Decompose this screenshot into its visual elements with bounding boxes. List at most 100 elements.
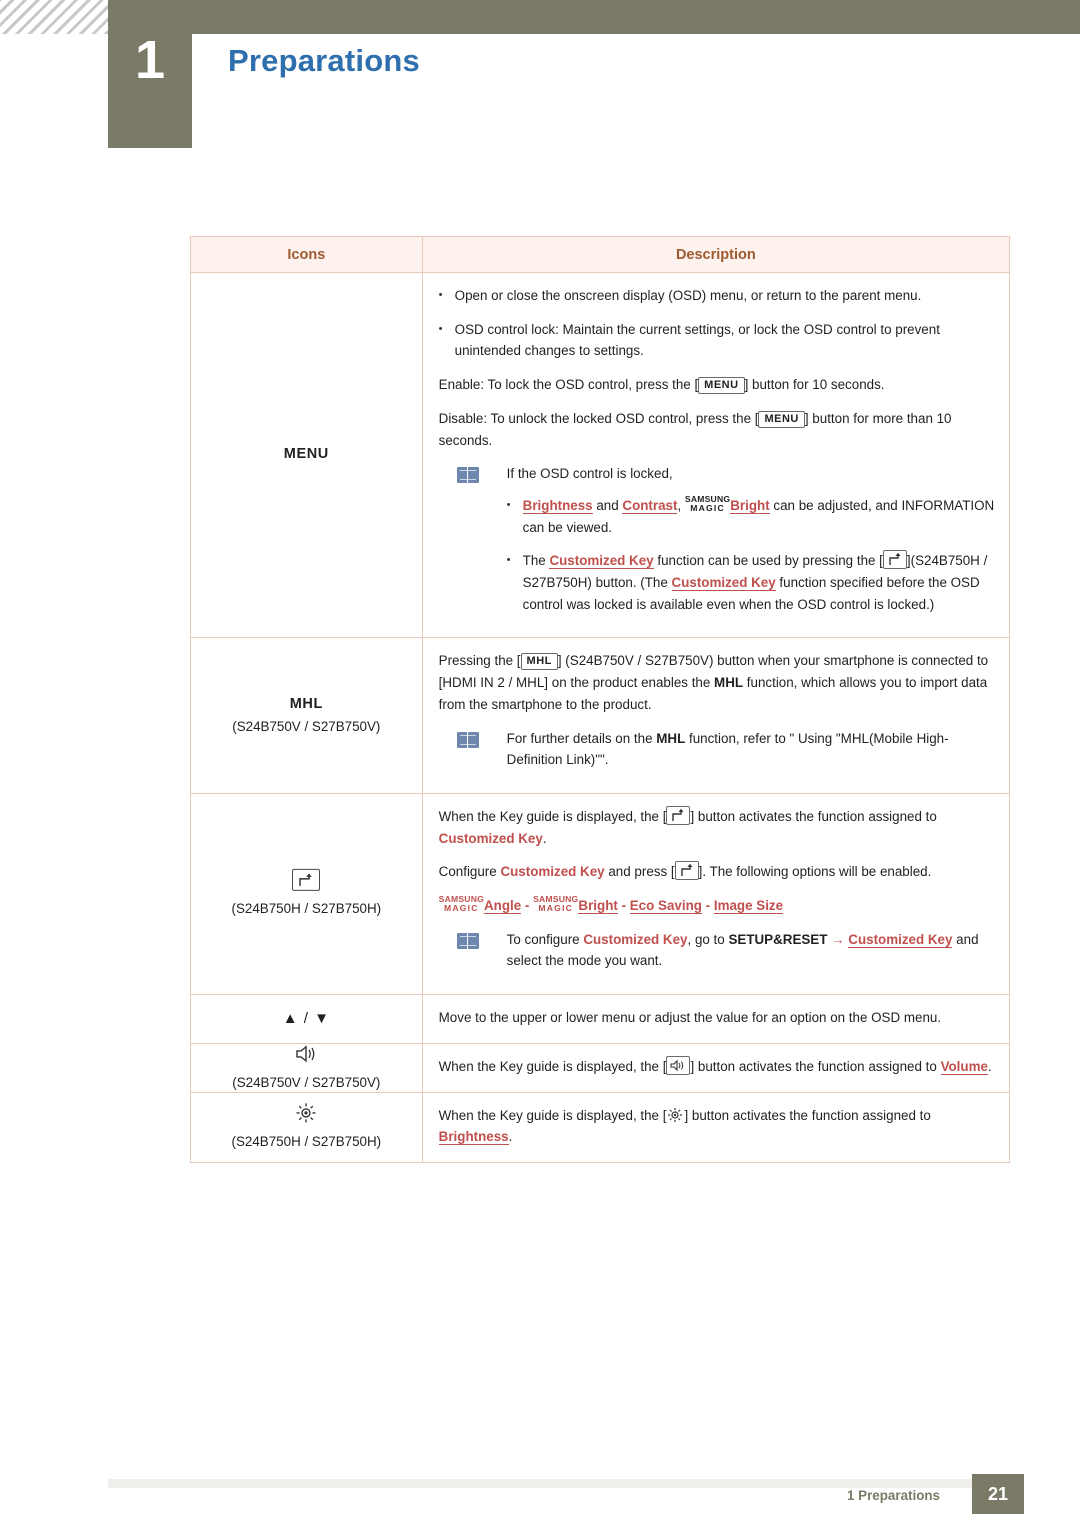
link-customized-key[interactable]: Customized Key (583, 932, 687, 947)
customkey-note-pre: To configure (506, 931, 584, 947)
note-sub-bullets: • Brightness and Contrast, SAMSUNG MAGIC B… (506, 493, 995, 616)
customkey-p2-mid: and press [ (604, 864, 675, 880)
note-b2-mid: function can be used by pressing the [ (653, 553, 883, 569)
brightness-p1-end: . (508, 1129, 513, 1145)
mhl-icon-label: MHL (289, 695, 323, 712)
chapter-number: 1 (134, 30, 166, 90)
mhl-p1-pre: Pressing the [ (438, 653, 521, 669)
menu-key-badge: MENU (758, 410, 805, 428)
volume-icon (666, 1055, 691, 1075)
menu-key-badge: MENU (698, 377, 745, 395)
note-block: For further details on the MHL function,… (439, 728, 995, 771)
custom-key-icon (666, 805, 691, 825)
samsung-magic-label: SAMSUNG MAGIC (438, 894, 484, 914)
description-cell-menu: • Open or close the onscreen display (OS… (421, 271, 1011, 639)
link-magicbright[interactable]: Bright (578, 898, 618, 915)
table-row: (S24B750V / S27B750V) When the Key guide… (190, 1042, 1011, 1093)
footer-text: 1 Preparations (846, 1488, 940, 1503)
menu-enable-post: ] button for 10 seconds. (744, 377, 885, 393)
volume-icon (293, 1045, 319, 1068)
volume-p1-pre: When the Key guide is displayed, the [ (438, 1058, 667, 1074)
bullet-dot-icon: • (506, 554, 511, 567)
icon-cell-volume: (S24B750V / S27B750V) (190, 1042, 423, 1093)
updown-text: Move to the upper or lower menu or adjus… (438, 1010, 942, 1026)
mhl-paragraph: Pressing the [MHL] (S24B750V / S27B750V)… (439, 650, 995, 715)
brightness-icon (666, 1107, 684, 1123)
bullet-item: • The Customized Key function can be use… (507, 550, 995, 615)
note-book-icon (456, 932, 479, 950)
table-row: ▲ / ▼ Move to the upper or lower menu or… (190, 994, 1011, 1044)
note-body: For further details on the MHL function,… (507, 728, 995, 771)
brightness-p1-pre: When the Key guide is displayed, the [ (438, 1107, 667, 1123)
volume-p1-post: ] button activates the function assigned… (690, 1058, 941, 1074)
custom-key-icon (674, 861, 699, 881)
mhl-note-pre: For further details on the (506, 730, 657, 746)
note-intro-text: If the OSD control is locked, (506, 466, 673, 482)
option-separator: - (701, 898, 714, 914)
customkey-p1: When the Key guide is displayed, the [ ] … (438, 805, 995, 849)
link-customized-key[interactable]: Customized Key (439, 831, 543, 846)
description-cell-volume: When the Key guide is displayed, the [ ] … (421, 1042, 1011, 1093)
link-customized-key[interactable]: Customized Key (671, 575, 776, 592)
link-brightness[interactable]: Brightness (438, 1129, 509, 1146)
customkey-p2-post: ]. The following options will be enabled… (698, 864, 932, 880)
icon-cell-menu: MENU (190, 271, 423, 639)
header-bar (192, 0, 1080, 34)
menu-disable-pre: Disable: To unlock the locked OSD contro… (438, 410, 759, 426)
footer-divider (108, 1479, 972, 1488)
link-customized-key[interactable]: Customized Key (500, 864, 604, 879)
table-row: MENU • Open or close the onscreen displa… (190, 271, 1011, 639)
note-block: To configure Customized Key, go to SETUP… (439, 929, 995, 972)
customkey-note-mid: , go to (687, 931, 729, 947)
mhl-key-badge: MHL (520, 653, 558, 671)
setup-reset-bold: SETUP&RESET (728, 931, 828, 947)
link-customized-key[interactable]: Customized Key (848, 931, 953, 948)
brightness-icon (294, 1103, 318, 1127)
up-down-arrows-icon: ▲ / ▼ (282, 1009, 330, 1027)
bullet-item: • Brightness and Contrast, SAMSUNG MAGIC B… (506, 493, 995, 538)
bullet-dot-icon: • (438, 322, 443, 335)
note-body: To configure Customized Key, go to SETUP… (507, 929, 995, 972)
menu-icon-label: MENU (283, 446, 329, 463)
customkey-p1-pre: When the Key guide is displayed, the [ (438, 808, 667, 824)
mhl-bold: MHL (714, 675, 744, 691)
description-cell-brightness: When the Key guide is displayed, the [] … (421, 1091, 1011, 1163)
link-eco-saving[interactable]: Eco Saving (629, 898, 702, 915)
and-text: and (592, 497, 623, 513)
icon-cell-customized-key: (S24B750H / S27B750H) (190, 792, 423, 996)
menu-bullet-1-text: Open or close the onscreen display (OSD)… (454, 288, 922, 303)
link-customized-key[interactable]: Customized Key (549, 553, 654, 570)
table-row: (S24B750H / S27B750H) When the Key guide… (190, 1091, 1011, 1163)
bullet-dot-icon: • (506, 498, 511, 511)
table-row: (S24B750H / S27B750H) When the Key guide… (190, 792, 1011, 996)
icons-description-table: Icons Description MENU • Open or close t… (190, 236, 1011, 1163)
customkey-p2: Configure Customized Key and press []. T… (439, 861, 995, 883)
link-volume[interactable]: Volume (940, 1058, 988, 1075)
customkey-note-text: To configure Customized Key, go to SETUP… (507, 929, 995, 972)
custom-key-icon (292, 868, 321, 891)
column-header-icons: Icons (190, 236, 423, 273)
customkey-p1-end: . (542, 830, 547, 846)
menu-bullet-2-text: OSD control lock: Maintain the current s… (454, 321, 940, 359)
link-magicangle[interactable]: Angle (483, 898, 522, 915)
menu-disable-line: Disable: To unlock the locked OSD contro… (439, 408, 995, 451)
custom-key-icon (882, 550, 907, 570)
brightness-model-label: (S24B750H / S27B750H) (231, 1134, 382, 1150)
customkey-p1-post: ] button activates the function assigned… (690, 808, 937, 824)
link-image-size[interactable]: Image Size (713, 898, 784, 915)
bullet-dot-icon: • (438, 289, 443, 301)
description-cell-updown: Move to the upper or lower menu or adjus… (421, 994, 1011, 1044)
link-magicbright[interactable]: Bright (730, 497, 770, 514)
mhl-model-label: (S24B750V / S27B750V) (232, 719, 381, 735)
hatch-decoration (0, 0, 108, 34)
page-number: 21 (972, 1474, 1024, 1514)
note-body: If the OSD control is locked, • Brightne… (507, 463, 995, 615)
table-row: MHL (S24B750V / S27B750V) Pressing the [… (190, 637, 1011, 794)
brightness-text: When the Key guide is displayed, the [] … (438, 1105, 995, 1148)
link-contrast[interactable]: Contrast (622, 497, 678, 514)
link-brightness[interactable]: Brightness (522, 497, 593, 514)
bullet-item: • Open or close the onscreen display (OS… (439, 285, 995, 307)
volume-model-label: (S24B750V / S27B750V) (232, 1074, 381, 1090)
samsung-magic-label: SAMSUNG MAGIC (684, 493, 731, 513)
comma-text: , (677, 497, 685, 513)
